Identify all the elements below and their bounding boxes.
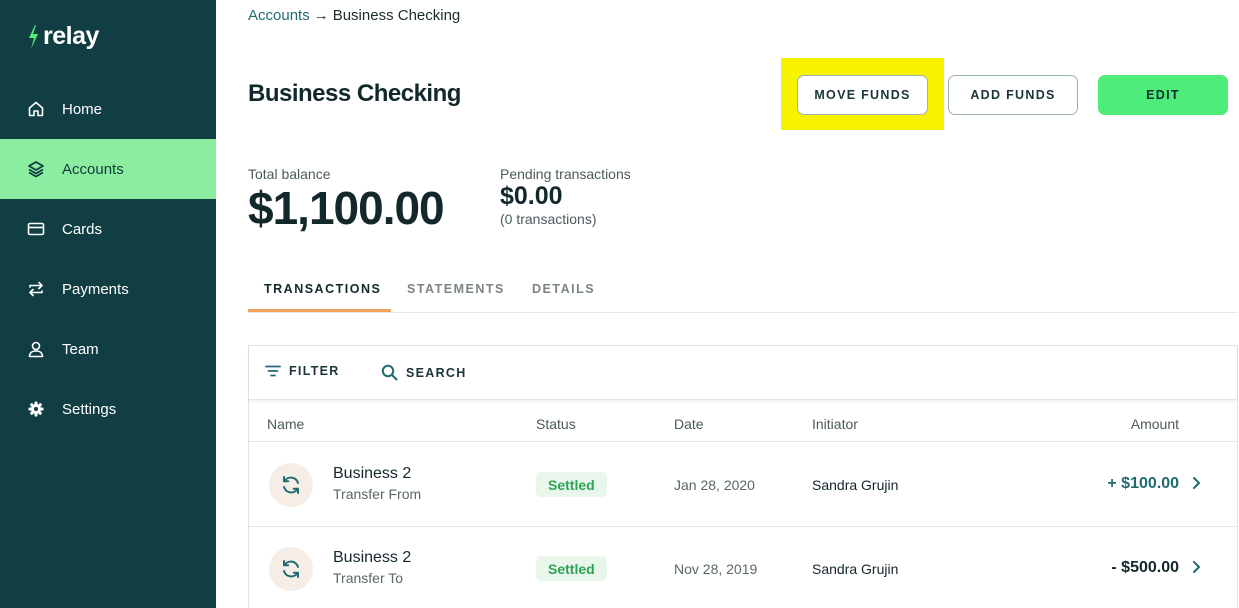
status-badge: Settled xyxy=(536,556,607,581)
row-name: Business 2 xyxy=(333,549,412,566)
sidebar-item-payments[interactable]: Payments xyxy=(0,259,216,319)
status-badge: Settled xyxy=(536,472,607,497)
sidebar-item-label: Accounts xyxy=(62,160,124,178)
column-header-amount[interactable]: Amount xyxy=(1131,416,1179,432)
edit-button[interactable]: EDIT xyxy=(1098,75,1228,115)
card-icon xyxy=(27,220,45,238)
row-type: Transfer To xyxy=(333,570,404,586)
add-funds-button[interactable]: ADD FUNDS xyxy=(948,75,1078,115)
transfer-icon xyxy=(269,463,313,507)
breadcrumb: Accounts → Business Checking xyxy=(248,7,460,24)
home-icon xyxy=(27,100,45,118)
sidebar-item-label: Home xyxy=(62,100,103,118)
sidebar-item-team[interactable]: Team xyxy=(0,319,216,379)
sidebar-item-home[interactable]: Home xyxy=(0,79,216,139)
filter-button[interactable]: FILTER xyxy=(265,364,340,378)
total-balance-value: $1,100.00 xyxy=(248,182,445,234)
row-date: Nov 28, 2019 xyxy=(674,561,758,577)
filter-icon xyxy=(265,365,281,377)
filter-label: FILTER xyxy=(289,364,340,378)
row-amount: + $100.00 xyxy=(1107,475,1179,492)
page-title: Business Checking xyxy=(248,80,461,107)
sidebar: relay Home Accounts Cards Payments Team xyxy=(0,0,216,608)
sidebar-item-label: Payments xyxy=(62,280,129,298)
row-initiator: Sandra Grujin xyxy=(812,477,899,493)
sidebar-item-label: Cards xyxy=(62,220,103,238)
sidebar-item-settings[interactable]: Settings xyxy=(0,379,216,439)
tab-transactions[interactable]: TRANSACTIONS xyxy=(264,282,381,296)
breadcrumb-arrow-icon: → xyxy=(313,7,329,24)
move-funds-button[interactable]: MOVE FUNDS xyxy=(797,75,928,115)
breadcrumb-accounts-link[interactable]: Accounts xyxy=(248,7,310,24)
search-button[interactable]: SEARCH xyxy=(381,364,467,381)
relay-logo[interactable]: relay xyxy=(26,22,99,51)
chevron-right-icon[interactable] xyxy=(1189,558,1203,576)
column-header-date[interactable]: Date xyxy=(674,416,704,432)
tab-bar: TRANSACTIONS STATEMENTS DETAILS xyxy=(248,272,1238,313)
layers-icon xyxy=(27,160,45,178)
brand-name: relay xyxy=(43,22,99,50)
row-name: Business 2 xyxy=(333,465,412,482)
breadcrumb-current: Business Checking xyxy=(332,7,461,24)
sidebar-item-cards[interactable]: Cards xyxy=(0,199,216,259)
total-balance-label: Total balance xyxy=(248,166,331,182)
transactions-table: FILTER SEARCH Name Status Date Initiator… xyxy=(248,345,1238,608)
sidebar-item-label: Settings xyxy=(62,400,117,418)
pending-count: (0 transactions) xyxy=(500,211,597,227)
transfer-icon xyxy=(269,547,313,591)
row-type: Transfer From xyxy=(333,486,422,502)
column-header-initiator[interactable]: Initiator xyxy=(812,416,858,432)
tab-details[interactable]: DETAILS xyxy=(532,282,595,296)
pending-value: $0.00 xyxy=(500,182,563,210)
bolt-icon xyxy=(29,24,38,49)
column-header-name[interactable]: Name xyxy=(267,416,304,432)
chevron-right-icon[interactable] xyxy=(1189,474,1203,492)
tab-statements[interactable]: STATEMENTS xyxy=(407,282,505,296)
search-icon xyxy=(381,364,398,381)
row-amount: - $500.00 xyxy=(1111,559,1179,576)
sidebar-item-accounts[interactable]: Accounts xyxy=(0,139,216,199)
person-icon xyxy=(27,340,45,358)
table-header: Name Status Date Initiator Amount xyxy=(249,401,1237,442)
row-initiator: Sandra Grujin xyxy=(812,561,899,577)
gear-icon xyxy=(27,400,45,418)
table-row[interactable]: Business 2 Transfer To Settled Nov 28, 2… xyxy=(249,527,1237,608)
table-row[interactable]: Business 2 Transfer From Settled Jan 28,… xyxy=(249,443,1237,527)
active-tab-indicator xyxy=(248,309,391,312)
search-label: SEARCH xyxy=(406,365,467,380)
column-header-status[interactable]: Status xyxy=(536,416,576,432)
row-date: Jan 28, 2020 xyxy=(674,477,755,493)
transfer-icon xyxy=(27,280,45,298)
pending-label: Pending transactions xyxy=(500,166,631,182)
sidebar-item-label: Team xyxy=(62,340,99,358)
table-toolbar: FILTER SEARCH xyxy=(249,346,1237,400)
